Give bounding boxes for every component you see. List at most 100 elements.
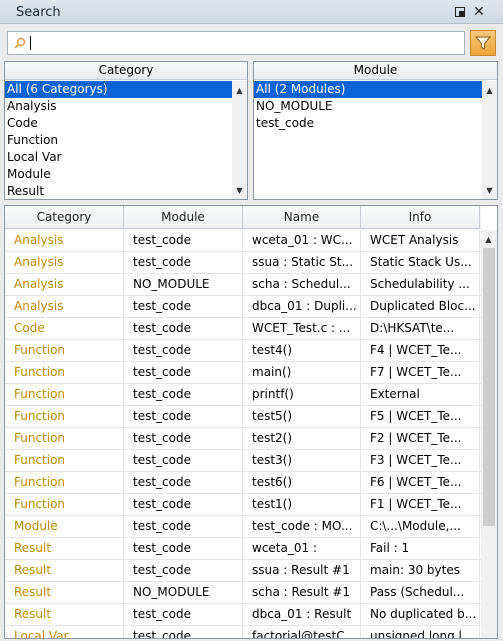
- table-row[interactable]: Module test_code test_code : MO... C:\...\M…: [5, 516, 481, 538]
- cell-name: dbca_01 : Dupli...: [243, 296, 361, 317]
- scroll-up-icon[interactable]: ▲: [481, 232, 496, 246]
- table-row[interactable]: Result test_code wceta_01 : Fail : 1: [5, 538, 481, 560]
- cell-info: C:\...\Module,...: [361, 516, 480, 537]
- category-list-item[interactable]: Module: [5, 166, 232, 183]
- cell-category: Result: [5, 582, 124, 603]
- table-row[interactable]: Function test_code test6() F6 | WCET_Te...: [5, 472, 481, 494]
- module-listbox[interactable]: Module All (2 Modules) NO_MODULE test_code…: [253, 61, 498, 200]
- cell-name: test5(): [243, 406, 361, 427]
- table-row[interactable]: Analysis NO_MODULE scha : Schedul... Schedu…: [5, 274, 481, 296]
- restore-icon[interactable]: [453, 5, 467, 19]
- table-row[interactable]: Result test_code dbca_01 : Result No duplic…: [5, 604, 481, 626]
- scroll-up-icon[interactable]: ▲: [232, 83, 247, 97]
- category-list-item[interactable]: Code: [5, 115, 232, 132]
- table-row[interactable]: Function test_code test1() F1 | WCET_Te...: [5, 494, 481, 516]
- table-row[interactable]: Function test_code main() F7 | WCET_Te...: [5, 362, 481, 384]
- module-list-items: All (2 Modules) NO_MODULE test_code: [254, 81, 482, 199]
- search-icon: [14, 37, 26, 49]
- text-caret: [30, 36, 31, 50]
- scroll-up-icon[interactable]: ▲: [482, 83, 497, 97]
- table-row[interactable]: Function test_code test2() F2 | WCET_Te...: [5, 428, 481, 450]
- table-row[interactable]: Analysis test_code dbca_01 : Dupli... Dupli…: [5, 296, 481, 318]
- filter-button[interactable]: [470, 30, 496, 56]
- table-row[interactable]: Analysis test_code ssua : Static St... Stat…: [5, 252, 481, 274]
- cell-info: F6 | WCET_Te...: [361, 472, 480, 493]
- column-header-category[interactable]: Category: [5, 206, 124, 228]
- table-row[interactable]: Function test_code test3() F3 | WCET_Te...: [5, 450, 481, 472]
- module-list-item[interactable]: NO_MODULE: [254, 98, 482, 115]
- cell-name: test2(): [243, 428, 361, 449]
- cell-info: Duplicated Bloc...: [361, 296, 480, 317]
- cell-module: test_code: [124, 362, 243, 383]
- cell-module: test_code: [124, 230, 243, 251]
- category-listbox[interactable]: Category All (6 Categorys) Analysis Code Fu…: [4, 61, 248, 200]
- scroll-down-icon[interactable]: ▼: [232, 183, 247, 197]
- cell-category: Function: [5, 450, 124, 471]
- search-input[interactable]: [28, 34, 460, 52]
- cell-name-suffix: : Result #1: [279, 563, 350, 577]
- table-row[interactable]: Function test_code printf() External: [5, 384, 481, 406]
- cell-info: Static Stack Us...: [361, 252, 480, 273]
- cell-category: Function: [5, 362, 124, 383]
- category-scrollbar[interactable]: ▲ ▼: [232, 81, 247, 199]
- cell-info: Fail : 1: [361, 538, 480, 559]
- category-list-item[interactable]: All (6 Categorys): [5, 81, 232, 98]
- cell-category: Function: [5, 494, 124, 515]
- cell-module: test_code: [124, 626, 243, 638]
- cell-info: No duplicated b...: [361, 604, 480, 625]
- cell-info: F2 | WCET_Te...: [361, 428, 480, 449]
- cell-module: test_code: [124, 516, 243, 537]
- cell-name: main(): [243, 362, 361, 383]
- category-list-item[interactable]: Local Var: [5, 149, 232, 166]
- cell-module: test_code: [124, 340, 243, 361]
- cell-name-suffix: : Result #1: [279, 585, 351, 599]
- table-row[interactable]: Function test_code test4() F4 | WCET_Te...: [5, 340, 481, 362]
- cell-category: Module: [5, 516, 124, 537]
- cell-category: Analysis: [5, 230, 124, 251]
- module-list-item[interactable]: All (2 Modules): [254, 81, 482, 98]
- cell-info: External: [361, 384, 480, 405]
- cell-module: test_code: [124, 472, 243, 493]
- cell-category: Function: [5, 384, 124, 405]
- category-list-item[interactable]: Analysis: [5, 98, 232, 115]
- cell-category: Local Var: [5, 626, 124, 638]
- cell-module: test_code: [124, 450, 243, 471]
- cell-module: test_code: [124, 538, 243, 559]
- cell-name: scha : Schedul...: [243, 274, 361, 295]
- cell-info: F1 | WCET_Te...: [361, 494, 480, 515]
- scroll-thumb[interactable]: [483, 248, 495, 526]
- module-list-item[interactable]: test_code: [254, 115, 482, 132]
- scroll-down-icon[interactable]: ▼: [482, 183, 497, 197]
- cell-module: test_code: [124, 604, 243, 625]
- table-row[interactable]: Analysis test_code wceta_01 : WC... WCET An…: [5, 230, 481, 252]
- cell-module: test_code: [124, 406, 243, 427]
- table-row[interactable]: Local Var test_code factorial@testC... unsi…: [5, 626, 481, 638]
- cell-category: Analysis: [5, 252, 124, 273]
- cell-name: WCET_Test.c : ...: [243, 318, 361, 339]
- cell-name: test1(): [243, 494, 361, 515]
- cell-name: test3(): [243, 450, 361, 471]
- module-scrollbar[interactable]: ▲ ▼: [482, 81, 497, 199]
- cell-category: Function: [5, 406, 124, 427]
- column-header-info[interactable]: Info: [361, 206, 480, 228]
- category-list-item[interactable]: Function: [5, 132, 232, 149]
- grid-scrollbar[interactable]: ▲: [481, 230, 497, 638]
- column-header-module[interactable]: Module: [124, 206, 243, 228]
- table-row[interactable]: Result NO_MODULE scha : Result #1 Pass (Sch…: [5, 582, 481, 604]
- category-list-items: All (6 Categorys) Analysis Code Function Loc…: [5, 81, 232, 199]
- cell-info: WCET Analysis: [361, 230, 480, 251]
- cell-module: NO_MODULE: [124, 274, 243, 295]
- table-row[interactable]: Function test_code test5() F5 | WCET_Te...: [5, 406, 481, 428]
- search-box[interactable]: [7, 31, 465, 55]
- cell-name-id: dbca_01: [252, 607, 303, 621]
- table-row[interactable]: Code test_code WCET_Test.c : ... D:\HKSAT\t…: [5, 318, 481, 340]
- column-header-name[interactable]: Name: [243, 206, 361, 228]
- cell-module: test_code: [124, 252, 243, 273]
- close-icon[interactable]: ✕: [472, 5, 486, 19]
- cell-module: test_code: [124, 318, 243, 339]
- category-list-item[interactable]: Result: [5, 183, 232, 200]
- cell-module: test_code: [124, 428, 243, 449]
- table-row[interactable]: Result test_code ssua : Result #1 main: 30 …: [5, 560, 481, 582]
- grid-header: Category Module Name Info: [5, 206, 481, 229]
- cell-category: Function: [5, 472, 124, 493]
